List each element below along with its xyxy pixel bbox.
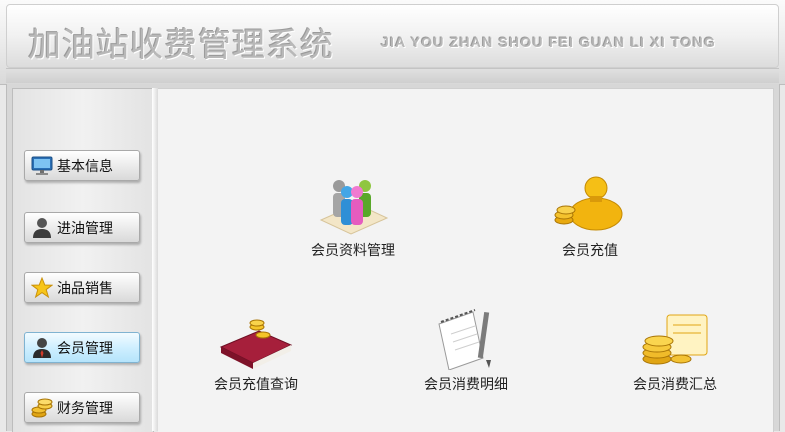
- tile-consumption-detail[interactable]: 会员消费明细: [396, 306, 536, 406]
- sidebar-item-label: 进油管理: [57, 220, 113, 237]
- sidebar-item-label: 会员管理: [57, 340, 113, 357]
- businessman-icon: [31, 337, 53, 359]
- header: 加油站收费管理系统 JIA YOU ZHAN SHOU FEI GUAN LI …: [0, 0, 785, 85]
- coins-card-icon: [635, 306, 715, 372]
- sidebar-item-oil-sales[interactable]: 油品销售: [24, 272, 140, 303]
- tile-consumption-summary[interactable]: 会员消费汇总: [605, 306, 745, 406]
- sidebar-item-finance-management[interactable]: 财务管理: [24, 392, 140, 423]
- tile-label: 会员消费明细: [424, 377, 508, 393]
- sidebar-item-label: 油品销售: [57, 280, 113, 297]
- user-dark-icon: [31, 217, 53, 239]
- monitor-icon: [31, 155, 53, 177]
- tile-member-profile[interactable]: 会员资料管理: [283, 172, 423, 272]
- sidebar-item-label: 财务管理: [57, 400, 113, 417]
- tile-recharge-query[interactable]: 会员充值查询: [186, 306, 326, 406]
- ledger-book-icon: [216, 306, 296, 372]
- tile-member-recharge[interactable]: 会员充值: [520, 172, 660, 272]
- sidebar-item-basic-info[interactable]: 基本信息: [24, 150, 140, 181]
- sidebar-item-member-management[interactable]: 会员管理: [24, 332, 140, 363]
- gold-bag-icon: [550, 172, 630, 238]
- notepad-pen-icon: [426, 306, 506, 372]
- tile-label: 会员充值: [562, 243, 618, 259]
- star-icon: [31, 276, 53, 299]
- people-group-icon: [313, 172, 393, 238]
- tile-label: 会员资料管理: [311, 243, 395, 259]
- sidebar-item-label: 基本信息: [57, 158, 113, 175]
- tile-label: 会员充值查询: [214, 377, 298, 393]
- sidebar-item-oil-intake[interactable]: 进油管理: [24, 212, 140, 243]
- sidebar: [12, 88, 154, 432]
- app-title: 加油站收费管理系统: [28, 25, 334, 64]
- tile-label: 会员消费汇总: [633, 377, 717, 393]
- coins-icon: [31, 397, 53, 419]
- header-band: [6, 68, 779, 83]
- app-subtitle: JIA YOU ZHAN SHOU FEI GUAN LI XI TONG: [381, 34, 717, 50]
